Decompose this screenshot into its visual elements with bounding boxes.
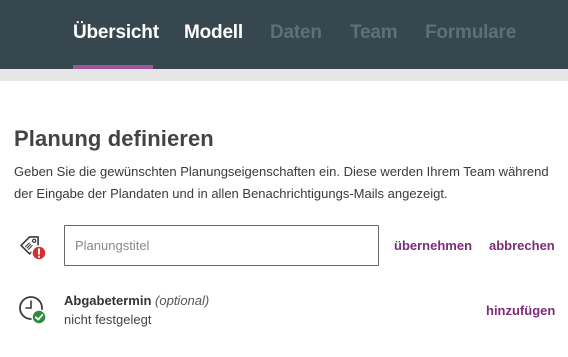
planning-title-input[interactable] [64, 225, 379, 266]
tab-uebersicht[interactable]: Übersicht [73, 22, 159, 44]
top-navigation-bar: Übersicht Modell Daten Team Formulare [0, 0, 568, 69]
tab-formulare: Formulare [425, 22, 517, 43]
page-title: Planung definieren [14, 126, 214, 151]
tab-modell[interactable]: Modell [184, 22, 243, 44]
tab-team: Team [350, 22, 398, 43]
deadline-value: nicht festgelegt [64, 312, 152, 327]
tag-warning-icon [16, 229, 50, 263]
add-deadline-button[interactable]: hinzufügen [486, 303, 555, 318]
deadline-optional-hint: (optional) [155, 293, 210, 308]
header-divider [0, 69, 568, 81]
tab-daten: Daten [270, 22, 322, 43]
page-description: Geben Sie die gewünschten Planungseigens… [14, 164, 549, 201]
deadline-title: Abgabetermin [64, 293, 152, 308]
cancel-button[interactable]: abbrechen [489, 238, 555, 253]
deadline-label: Abgabetermin (optional) [64, 293, 209, 308]
accept-button[interactable]: übernehmen [394, 238, 472, 253]
clock-check-icon [17, 294, 49, 326]
